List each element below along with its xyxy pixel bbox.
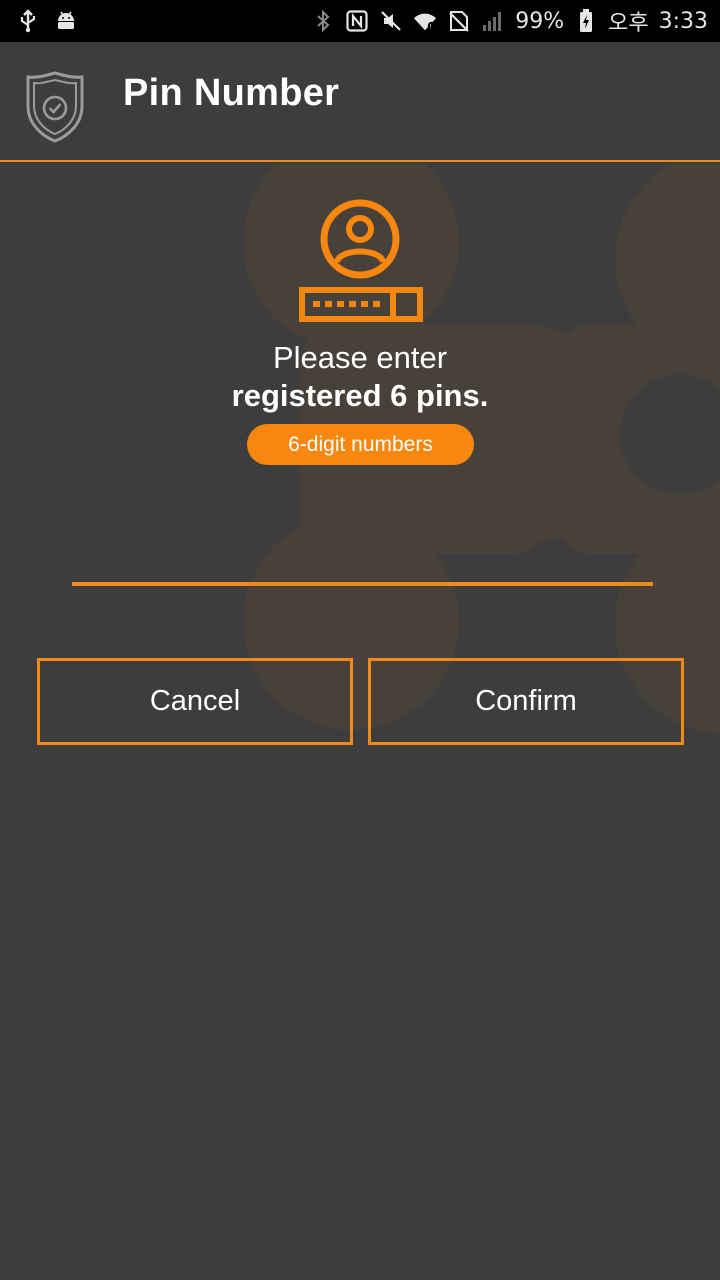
no-sim-icon [447,9,471,33]
prompt-emphasis-text: registered 6 pins. [231,378,489,413]
wifi-icon: ! [413,9,437,33]
cancel-button[interactable]: Cancel [37,658,353,745]
shield-check-icon [26,71,84,143]
usb-icon [16,9,40,33]
battery-icon [574,9,598,33]
signal-icon [481,9,505,33]
mute-icon [379,9,403,33]
status-bar-left [16,9,78,33]
status-bar: ! 99% 오후 3:33 [0,0,720,42]
prompt-text: Please enter [272,340,448,375]
hint-badge: 6-digit numbers [247,424,474,465]
status-ampm: 오후 [608,11,649,36]
nfc-icon [345,9,369,33]
android-icon [54,9,78,33]
user-device-icon [299,199,423,322]
pin-input[interactable] [72,520,653,586]
status-bar-right: ! 99% 오후 3:33 [311,5,708,37]
app-header: Pin Number [0,42,720,162]
svg-text:!: ! [429,22,432,30]
status-time: 3:33 [658,8,708,34]
bluetooth-icon [311,9,335,33]
battery-percent: 99% [515,8,565,34]
page-title: Pin Number [123,72,340,114]
confirm-button[interactable]: Confirm [368,658,684,745]
